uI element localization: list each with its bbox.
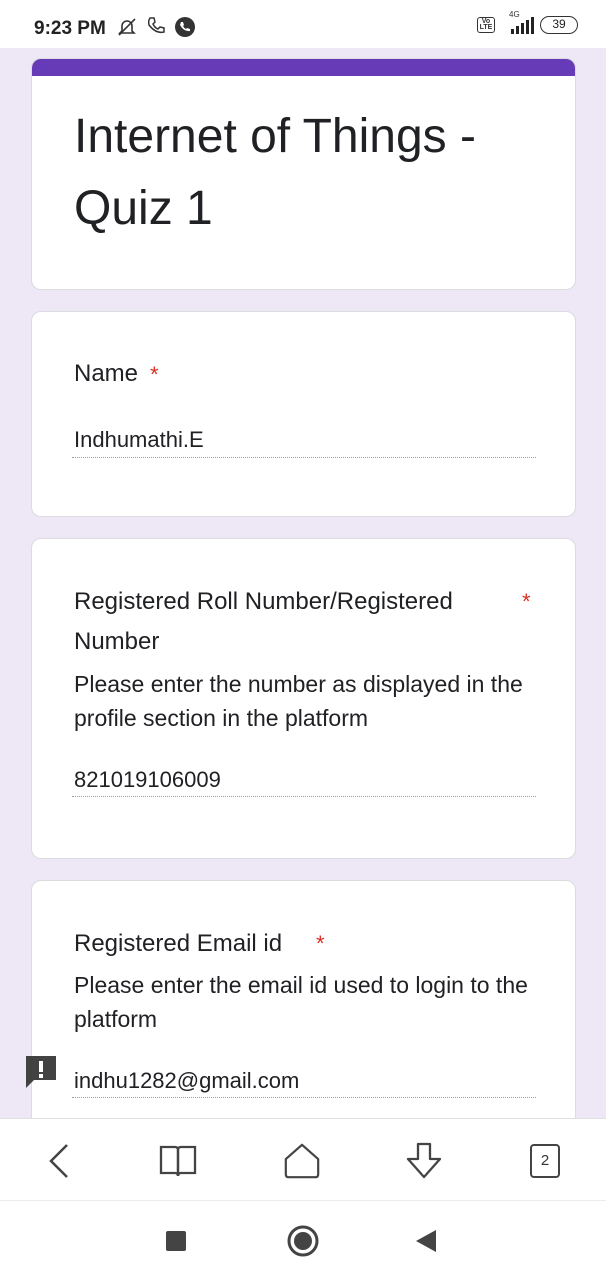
- home-icon[interactable]: [282, 1141, 322, 1181]
- whatsapp-icon: [174, 16, 196, 43]
- status-time: 9:23 PM: [34, 18, 106, 39]
- roll-number-input-underline: [72, 796, 536, 797]
- back-icon[interactable]: [408, 1223, 444, 1259]
- tabs-icon: 2: [530, 1144, 560, 1178]
- form-header-card: Internet of Things - Quiz 1: [31, 58, 576, 290]
- email-input-underline: [72, 1097, 536, 1098]
- email-input[interactable]: indhu1282@gmail.com: [74, 1068, 299, 1094]
- question-card-name: Name * Indhumathi.E: [31, 311, 576, 517]
- form-title: Internet of Things - Quiz 1: [74, 110, 476, 235]
- name-input-underline: [72, 457, 536, 458]
- bookmarks-icon[interactable]: [158, 1141, 198, 1181]
- report-feedback-icon[interactable]: [22, 1052, 60, 1090]
- question-label-roll-line2: Number: [74, 628, 160, 655]
- back-icon[interactable]: [40, 1141, 80, 1181]
- tabs-button[interactable]: 2: [525, 1141, 565, 1181]
- question-description-roll: Please enter the number as displayed in …: [74, 671, 523, 731]
- name-input[interactable]: Indhumathi.E: [74, 427, 204, 453]
- status-right-group: Vo LTE 4G 39: [477, 10, 578, 34]
- form-accent-bar: [32, 59, 575, 76]
- question-card-roll-number: Registered Roll Number/Registered * Numb…: [31, 538, 576, 859]
- question-description-email: Please enter the email id used to login …: [74, 972, 528, 1032]
- battery-icon: 39: [540, 16, 578, 34]
- status-bar: 9:23 PM Vo LTE 4G 39: [0, 0, 606, 48]
- question-label-email: Registered Email id: [74, 930, 283, 957]
- question-label-name: Name: [74, 360, 138, 388]
- download-icon[interactable]: [404, 1141, 444, 1181]
- required-asterisk: *: [522, 589, 531, 614]
- phone-icon: [146, 16, 166, 41]
- home-icon[interactable]: [285, 1223, 321, 1259]
- required-asterisk: *: [150, 362, 159, 387]
- bell-off-icon: [116, 16, 138, 43]
- system-nav-bar: [0, 1200, 606, 1280]
- signal-icon: 4G: [501, 10, 534, 34]
- volte-icon: Vo LTE: [477, 17, 495, 33]
- roll-number-input[interactable]: 821019106009: [74, 767, 221, 793]
- recents-icon[interactable]: [158, 1223, 194, 1259]
- question-label-roll-line1: Registered Roll Number/Registered: [74, 588, 453, 615]
- required-asterisk: *: [316, 931, 325, 956]
- question-label-text: Name: [74, 360, 139, 387]
- network-type: 4G: [509, 10, 520, 19]
- browser-toolbar: 2: [0, 1118, 606, 1200]
